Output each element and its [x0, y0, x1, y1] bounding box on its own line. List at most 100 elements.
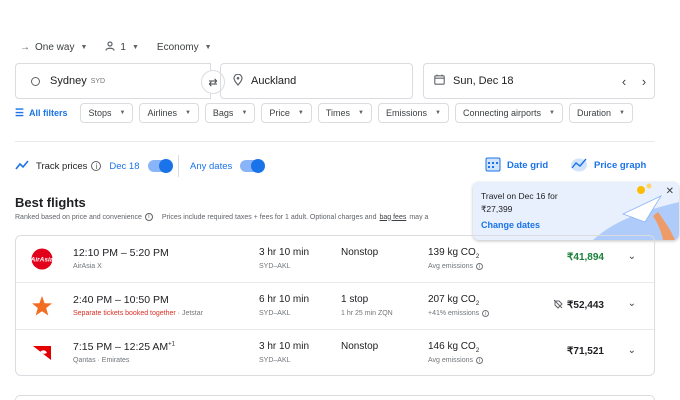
price-block: ₹52,443: [553, 299, 604, 311]
filter-chip-bags[interactable]: Bags ▼: [204, 103, 256, 123]
flight-row[interactable]: AirAsia 12:10 PM – 5:20 PM AirAsia X 3 h…: [16, 236, 654, 283]
co2-amount: 146 kg CO: [428, 341, 476, 352]
origin-field[interactable]: Sydney SYD: [15, 63, 211, 99]
caret-down-icon: ▼: [119, 110, 126, 116]
emissions-label: Avg emissions: [428, 263, 474, 270]
flight-results-list: AirAsia 12:10 PM – 5:20 PM AirAsia X 3 h…: [15, 235, 655, 376]
cabin-select[interactable]: Economy ▼: [157, 42, 212, 53]
filter-chip-emissions[interactable]: Emissions ▼: [377, 103, 449, 123]
flight-times: 2:40 PM – 10:50 PM: [73, 294, 169, 306]
price-graph-icon: [570, 156, 588, 175]
chevron-down-icon[interactable]: ⌄: [628, 345, 636, 356]
divider: [15, 141, 655, 142]
flight-times: 7:15 PM – 12:25 AM+1: [73, 341, 175, 353]
swap-icon: ⇄: [208, 76, 218, 89]
best-flights-title: Best flights: [15, 195, 86, 210]
chevron-right-icon[interactable]: ›: [634, 74, 654, 89]
caret-down-icon: ▼: [435, 110, 441, 116]
filter-chip-stops[interactable]: Stops ▼: [80, 103, 134, 123]
caret-down-icon: ▼: [184, 110, 191, 116]
date-grid-icon: [485, 156, 501, 175]
destination-city: Auckland: [251, 75, 297, 87]
chip-label: Duration: [576, 108, 611, 118]
info-icon[interactable]: i: [144, 213, 153, 221]
co2-value: 207 kg CO2: [428, 294, 480, 307]
caret-down-icon: ▼: [358, 110, 364, 116]
popup-text: Travel on Dec 16 for ₹27,399: [481, 190, 558, 216]
filter-chip-connecting-airports[interactable]: Connecting airports ▼: [454, 103, 563, 123]
track-prices-toggle[interactable]: [147, 159, 173, 173]
emissions: Avg emissions i: [428, 357, 484, 364]
departure-date-field[interactable]: Sun, Dec 18 ‹ ›: [423, 63, 655, 99]
layover-detail: 1 hr 25 min ZQN: [341, 310, 393, 317]
stops: 1 stop: [341, 294, 369, 305]
popup-line-1: Travel on Dec 16 for: [481, 191, 558, 201]
any-dates-row: Any dates: [190, 158, 266, 174]
date-grid-label: Date grid: [507, 160, 549, 171]
cabin-label: Economy: [156, 41, 199, 53]
price-graph-button[interactable]: Price graph: [570, 156, 646, 175]
price: ₹52,443: [567, 299, 604, 311]
airline-label: Qantas · Emirates: [73, 357, 130, 364]
origin-circle-icon: [31, 76, 40, 86]
chevron-down-icon[interactable]: ⌄: [628, 251, 636, 262]
filter-chip-duration[interactable]: Duration ▼: [568, 103, 633, 123]
close-icon[interactable]: ✕: [666, 186, 674, 197]
caret-down-icon: ▼: [618, 110, 625, 116]
origin-city: Sydney: [50, 75, 87, 87]
stops: Nonstop: [341, 247, 379, 258]
info-icon[interactable]: i: [476, 357, 484, 364]
airline-name: AirAsia X: [73, 263, 102, 270]
airline-label: AirAsia X: [73, 263, 102, 270]
chip-label: Emissions: [385, 108, 427, 118]
info-icon[interactable]: i: [482, 310, 490, 317]
price-tracking-off-icon: [553, 299, 563, 311]
emissions: Avg emissions i: [428, 263, 484, 270]
time-range: 7:15 PM – 12:25 AM: [73, 341, 169, 353]
chip-label: Connecting airports: [462, 108, 541, 118]
chip-label: Times: [325, 108, 351, 118]
chevron-down-icon[interactable]: ⌄: [628, 298, 636, 309]
duration: 6 hr 10 min: [259, 294, 310, 305]
next-results-card: [15, 395, 655, 400]
change-dates-link[interactable]: Change dates: [481, 220, 540, 230]
caret-down-icon: ▼: [549, 110, 555, 116]
info-icon[interactable]: i: [91, 161, 102, 171]
passengers-select[interactable]: 1 ▼: [105, 40, 139, 54]
plane-illustration: [593, 183, 679, 240]
price: ₹41,894: [567, 252, 604, 263]
bag-fees-link[interactable]: bag fees: [379, 214, 406, 221]
emissions: +41% emissions i: [428, 310, 490, 317]
destination-field[interactable]: Auckland: [220, 63, 413, 99]
chevron-left-icon[interactable]: ‹: [614, 74, 634, 89]
location-pin-icon: [233, 73, 243, 89]
caret-down-icon: ▼: [204, 43, 212, 51]
trip-type-select[interactable]: → One way ▼: [20, 42, 87, 53]
any-dates-toggle[interactable]: [240, 159, 266, 173]
person-icon: [105, 40, 116, 54]
filter-chip-times[interactable]: Times ▼: [317, 103, 372, 123]
route: SYD–AKL: [259, 357, 291, 364]
flight-row[interactable]: 7:15 PM – 12:25 AM+1 Qantas · Emirates 3…: [16, 330, 654, 377]
filter-chip-airlines[interactable]: Airlines ▼: [139, 103, 199, 123]
caret-down-icon: ▼: [241, 110, 248, 116]
separate-tickets-warning: Separate tickets booked together: [73, 310, 176, 317]
best-flights-subtitle: Ranked based on price and convenience i …: [15, 213, 428, 221]
chip-label: Stops: [88, 108, 112, 118]
filter-sliders-icon: ☰: [15, 107, 24, 119]
time-range: 2:40 PM – 10:50 PM: [73, 294, 169, 306]
airasia-logo: AirAsia: [30, 248, 54, 270]
chip-label: Bags: [212, 108, 234, 118]
origin-code: SYD: [90, 77, 106, 85]
calendar-icon: [434, 74, 445, 88]
date-nav: ‹ ›: [614, 74, 654, 89]
all-filters-button[interactable]: ☰ All filters: [15, 108, 67, 119]
chip-label: Price: [269, 108, 290, 118]
flight-row[interactable]: 2:40 PM – 10:50 PM Separate tickets book…: [16, 283, 654, 330]
filter-chip-price[interactable]: Price ▼: [261, 103, 312, 123]
airline-label: Jetstar: [181, 310, 203, 317]
co2-amount: 139 kg CO: [428, 247, 476, 258]
date-grid-button[interactable]: Date grid: [485, 156, 548, 175]
price-note-tail: may a: [409, 213, 429, 221]
info-icon[interactable]: i: [476, 263, 484, 270]
